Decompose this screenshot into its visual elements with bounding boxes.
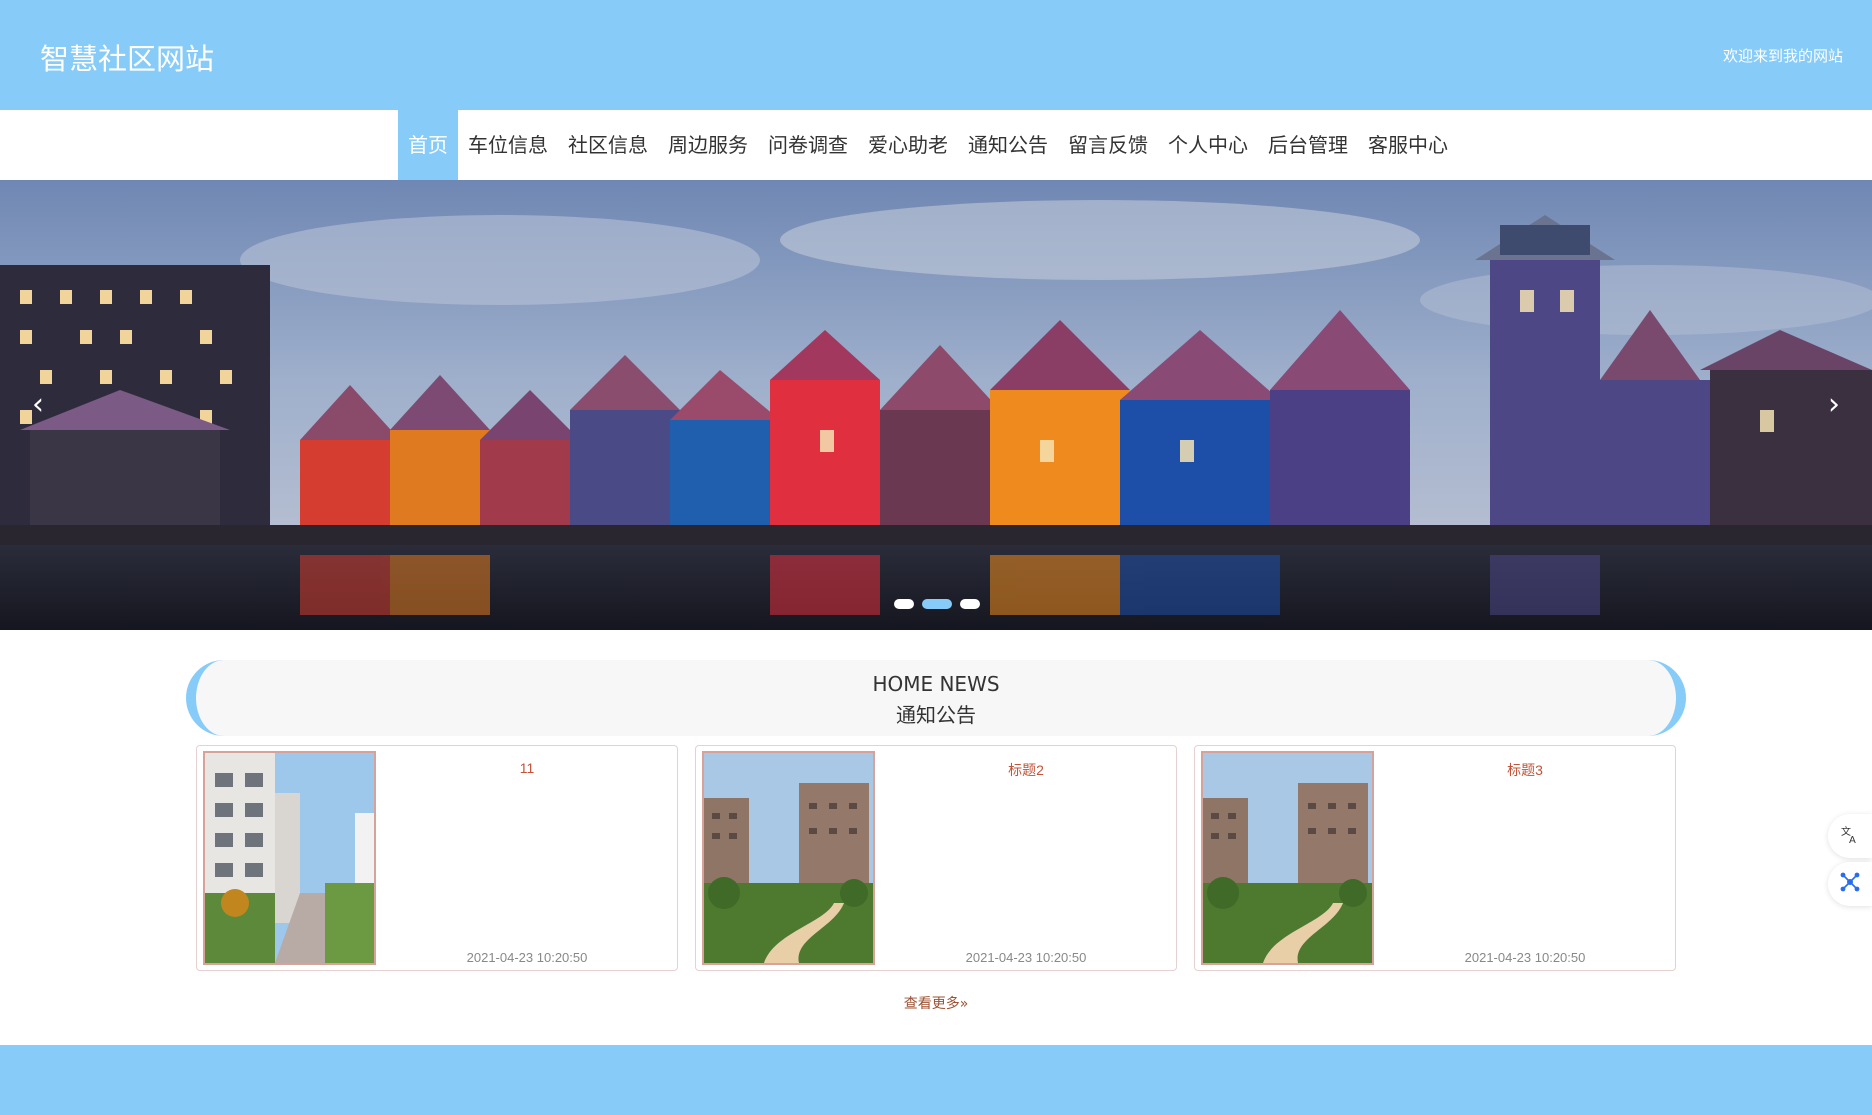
nav-item-feedback[interactable]: 留言反馈 <box>1058 110 1158 180</box>
news-card-title[interactable]: 11 <box>377 760 677 776</box>
carousel-dot-2[interactable] <box>922 599 952 609</box>
nav-menu: 首页 车位信息 社区信息 周边服务 问卷调查 爱心助老 通知公告 留言反馈 个人… <box>398 110 1458 180</box>
nav-item-personal-center[interactable]: 个人中心 <box>1158 110 1258 180</box>
translate-icon: 文 A <box>1840 824 1860 849</box>
nav-item-announcements[interactable]: 通知公告 <box>958 110 1058 180</box>
news-title-en: HOME NEWS <box>872 672 1000 696</box>
banner-image <box>0 180 1872 630</box>
nav-item-survey[interactable]: 问卷调查 <box>758 110 858 180</box>
news-card-title[interactable]: 标题2 <box>876 760 1176 780</box>
carousel-indicators <box>894 599 980 609</box>
news-card[interactable]: 标题2 2021-04-23 10:20:50 <box>695 745 1177 971</box>
nav-item-customer-service[interactable]: 客服中心 <box>1358 110 1458 180</box>
news-thumbnail[interactable] <box>203 751 376 965</box>
network-icon <box>1839 871 1861 898</box>
carousel-dot-1[interactable] <box>894 599 914 609</box>
translate-button[interactable]: 文 A <box>1828 814 1872 858</box>
carousel-next-arrow[interactable]: › <box>1814 380 1854 430</box>
site-title[interactable]: 智慧社区网站 <box>40 36 214 78</box>
news-thumbnail[interactable] <box>1201 751 1374 965</box>
nav-item-parking[interactable]: 车位信息 <box>458 110 558 180</box>
news-card-date: 2021-04-23 10:20:50 <box>466 950 588 965</box>
news-thumbnail[interactable] <box>702 751 875 965</box>
site-footer <box>0 1045 1872 1115</box>
nav-item-nearby-services[interactable]: 周边服务 <box>658 110 758 180</box>
news-section-header: HOME NEWS 通知公告 <box>186 660 1686 736</box>
carousel-dot-3[interactable] <box>960 599 980 609</box>
nav-item-elderly-care[interactable]: 爱心助老 <box>858 110 958 180</box>
news-card-date: 2021-04-23 10:20:50 <box>965 950 1087 965</box>
welcome-text: 欢迎来到我的网站 <box>1722 47 1843 65</box>
site-header: 智慧社区网站 欢迎来到我的网站 <box>0 0 1872 110</box>
news-title-cn: 通知公告 <box>896 703 976 727</box>
ai-assistant-button[interactable] <box>1828 862 1872 906</box>
main-nav: 首页 车位信息 社区信息 周边服务 问卷调查 爱心助老 通知公告 留言反馈 个人… <box>0 110 1872 180</box>
banner-carousel[interactable]: ‹ › <box>0 180 1872 630</box>
news-card[interactable]: 标题3 2021-04-23 10:20:50 <box>1194 745 1676 971</box>
news-card-date: 2021-04-23 10:20:50 <box>1464 950 1586 965</box>
view-more-link[interactable]: 查看更多» <box>0 993 1872 1013</box>
news-card[interactable]: 11 2021-04-23 10:20:50 <box>196 745 678 971</box>
news-card-title[interactable]: 标题3 <box>1375 760 1675 780</box>
nav-item-home[interactable]: 首页 <box>398 110 458 180</box>
carousel-prev-arrow[interactable]: ‹ <box>18 380 58 430</box>
svg-text:A: A <box>1849 835 1856 844</box>
nav-item-community[interactable]: 社区信息 <box>558 110 658 180</box>
nav-item-admin[interactable]: 后台管理 <box>1258 110 1358 180</box>
